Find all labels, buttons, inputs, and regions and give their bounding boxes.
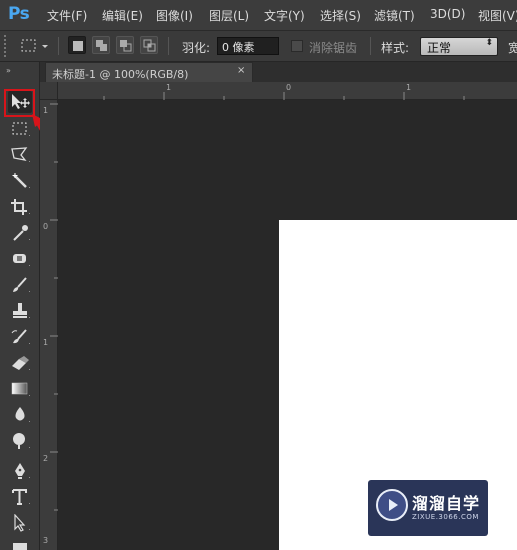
play-icon: [376, 489, 408, 521]
close-icon[interactable]: ×: [237, 65, 245, 76]
width-label: 宽: [508, 41, 517, 55]
gradient-tool[interactable]: [8, 378, 32, 400]
tool-preset-picker[interactable]: [20, 37, 50, 55]
magic-wand-tool[interactable]: [8, 170, 32, 192]
ruler-label: 3: [43, 536, 49, 545]
type-tool[interactable]: [8, 486, 32, 508]
separator: [168, 37, 169, 55]
type-icon: [12, 489, 30, 505]
healing-brush-tool[interactable]: [8, 248, 32, 270]
shape-tool[interactable]: [8, 538, 32, 550]
separator: [370, 37, 371, 55]
magic-wand-icon: [12, 173, 30, 188]
menu-layer[interactable]: 图层(L): [209, 7, 249, 24]
menu-edit[interactable]: 编辑(E): [102, 7, 143, 24]
document-tab-title: 未标题-1 @ 100%(RGB/8): [52, 68, 189, 81]
document-tab[interactable]: 未标题-1 @ 100%(RGB/8) ×: [45, 62, 253, 82]
antialias-checkbox[interactable]: [291, 40, 303, 52]
brush-icon: [13, 277, 30, 292]
polygonal-lasso-icon: [11, 147, 30, 162]
style-label: 样式:: [381, 41, 410, 55]
ruler-label: 1: [166, 83, 172, 92]
menu-view[interactable]: 视图(V): [478, 7, 517, 24]
collapse-grip[interactable]: »: [6, 66, 11, 75]
watermark-logo: 溜溜自学 ZIXUE.3066.COM: [368, 480, 488, 536]
lasso-tool[interactable]: [8, 144, 32, 166]
eraser-tool[interactable]: [8, 352, 32, 374]
pen-tool[interactable]: [8, 460, 32, 482]
document-tab-bar: 未标题-1 @ 100%(RGB/8) ×: [40, 62, 517, 82]
ruler-ticks: [50, 103, 58, 511]
bandage-icon: [13, 254, 30, 266]
rect-marquee-icon: [21, 39, 48, 52]
path-selection-tool[interactable]: [8, 512, 32, 534]
style-select[interactable]: 正常 ⬍: [420, 37, 498, 56]
options-bar: 羽化: 0 像素 消除锯齿 样式: 正常 ⬍ 宽: [0, 31, 517, 62]
blur-icon: [15, 407, 30, 422]
vertical-ruler[interactable]: 1 0 1 2 3: [40, 100, 58, 550]
ruler-label: 0: [43, 222, 49, 231]
stamp-icon: [13, 303, 30, 318]
rect-marquee-icon: [12, 122, 30, 136]
style-select-value: 正常: [427, 41, 452, 55]
eraser-icon: [12, 356, 30, 370]
add-selection-button[interactable]: [92, 36, 110, 54]
new-selection-button[interactable]: [68, 36, 86, 54]
ruler-label: 1: [406, 83, 412, 92]
chevron-updown-icon: ⬍: [485, 38, 493, 48]
eyedropper-tool[interactable]: [8, 222, 32, 244]
watermark-title: 溜溜自学: [412, 494, 481, 513]
add-selection-icon: [96, 40, 107, 51]
ruler-origin[interactable]: [40, 82, 58, 100]
pen-icon: [15, 463, 30, 479]
rectangle-shape-icon: [13, 543, 27, 550]
ruler-label: 2: [43, 454, 49, 463]
crop-tool[interactable]: [8, 196, 32, 218]
intersect-selection-button[interactable]: [140, 36, 158, 54]
subtract-selection-button[interactable]: [116, 36, 134, 54]
path-selection-icon: [14, 514, 30, 532]
menu-type[interactable]: 文字(Y): [264, 7, 305, 24]
new-selection-icon: [73, 41, 83, 51]
gradient-icon: [11, 382, 30, 396]
menu-bar: Ps 文件(F) 编辑(E) 图像(I) 图层(L) 文字(Y) 选择(S) 滤…: [0, 0, 517, 31]
history-brush-icon: [11, 329, 30, 344]
dodge-icon: [13, 433, 30, 449]
history-brush-tool[interactable]: [8, 326, 32, 348]
menu-image[interactable]: 图像(I): [156, 7, 193, 24]
ruler-label: 1: [43, 106, 49, 115]
eyedropper-icon: [13, 225, 30, 241]
clone-stamp-tool[interactable]: [8, 300, 32, 322]
menu-select[interactable]: 选择(S): [320, 7, 361, 24]
blur-tool[interactable]: [8, 404, 32, 426]
brush-tool[interactable]: [8, 274, 32, 296]
app-logo: Ps: [8, 4, 30, 24]
watermark-subtitle: ZIXUE.3066.COM: [412, 513, 479, 521]
marquee-tool[interactable]: [8, 118, 32, 140]
feather-label: 羽化:: [182, 41, 211, 55]
horizontal-ruler[interactable]: 1 0 1: [58, 82, 517, 100]
antialias-label: 消除锯齿: [309, 41, 358, 55]
options-grip[interactable]: [4, 35, 12, 57]
ruler-label: 0: [286, 83, 292, 92]
subtract-selection-icon: [120, 40, 132, 52]
dodge-tool[interactable]: [8, 430, 32, 452]
separator: [58, 37, 59, 55]
ruler-label: 1: [43, 338, 49, 347]
menu-filter[interactable]: 滤镜(T): [374, 7, 415, 24]
crop-icon: [11, 199, 30, 215]
menu-3d[interactable]: 3D(D): [430, 7, 465, 21]
feather-input[interactable]: 0 像素: [217, 37, 279, 55]
menu-file[interactable]: 文件(F): [47, 7, 87, 24]
intersect-selection-icon: [143, 39, 156, 52]
